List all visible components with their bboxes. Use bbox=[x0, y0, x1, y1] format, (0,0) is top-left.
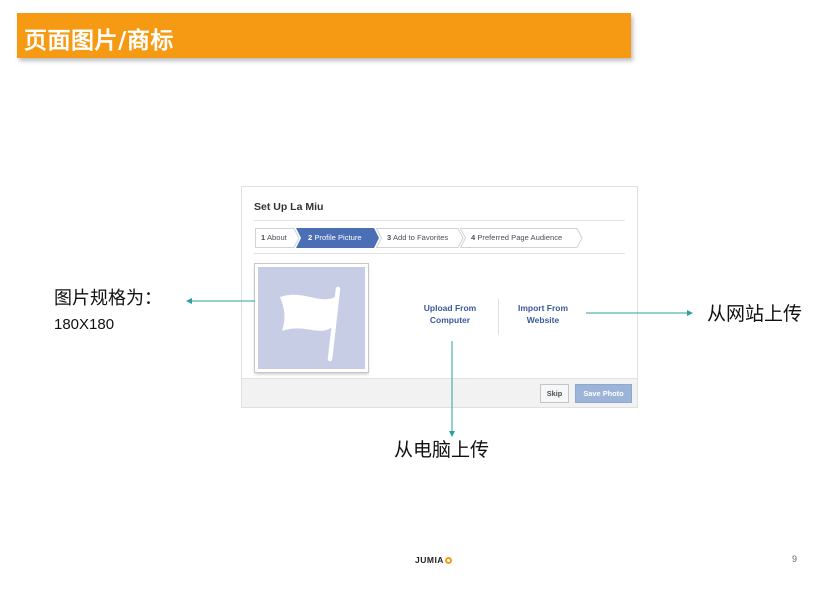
step-profile-label: Profile Picture bbox=[314, 233, 361, 242]
dialog-footer: Skip Save Photo bbox=[242, 378, 637, 407]
step-favorites-label: Add to Favorites bbox=[393, 233, 448, 242]
logo-circle-icon bbox=[445, 557, 452, 564]
slide-title-bar: 页面图片/商标 bbox=[17, 13, 631, 58]
step-profile-number: 2 bbox=[308, 233, 312, 242]
profile-picture-placeholder bbox=[255, 264, 368, 372]
step-add-favorites[interactable]: 3 Add to Favorites bbox=[376, 228, 464, 248]
dialog-title: Set Up La Miu bbox=[254, 201, 323, 213]
step-about-label: About bbox=[267, 233, 287, 242]
step-favorites-number: 3 bbox=[387, 233, 391, 242]
upload-link-line2: Computer bbox=[405, 314, 495, 326]
from-website-annotation: 从网站上传 bbox=[707, 299, 802, 326]
step-profile-picture[interactable]: 2 Profile Picture bbox=[296, 228, 380, 248]
title-divider bbox=[254, 220, 625, 221]
picture-size-annotation: 180X180 bbox=[54, 316, 114, 333]
import-link-line1: Import From bbox=[498, 302, 588, 314]
step-about-number: 1 bbox=[261, 233, 265, 242]
save-photo-button[interactable]: Save Photo bbox=[575, 384, 632, 403]
picture-spec-annotation: 图片规格为： bbox=[54, 284, 162, 310]
setup-dialog: Set Up La Miu 1 About 2 Profile Picture … bbox=[241, 186, 638, 408]
slide-title: 页面图片/商标 bbox=[24, 21, 174, 55]
page-number: 9 bbox=[792, 554, 797, 564]
step-audience-label: Preferred Page Audience bbox=[477, 233, 562, 242]
steps-divider bbox=[254, 253, 625, 254]
import-link-line2: Website bbox=[498, 314, 588, 326]
step-preferred-audience[interactable]: 4 Preferred Page Audience bbox=[460, 228, 584, 248]
step-audience-number: 4 bbox=[471, 233, 475, 242]
logo-text: JUMIA bbox=[415, 555, 444, 565]
import-from-website-link[interactable]: Import From Website bbox=[498, 302, 588, 326]
jumia-logo: JUMIA bbox=[415, 555, 452, 565]
step-about[interactable]: 1 About bbox=[255, 228, 300, 248]
skip-button[interactable]: Skip bbox=[540, 384, 569, 403]
flag-icon bbox=[258, 267, 365, 369]
upload-from-computer-link[interactable]: Upload From Computer bbox=[405, 302, 495, 326]
from-computer-annotation: 从电脑上传 bbox=[394, 435, 489, 462]
upload-link-line1: Upload From bbox=[405, 302, 495, 314]
